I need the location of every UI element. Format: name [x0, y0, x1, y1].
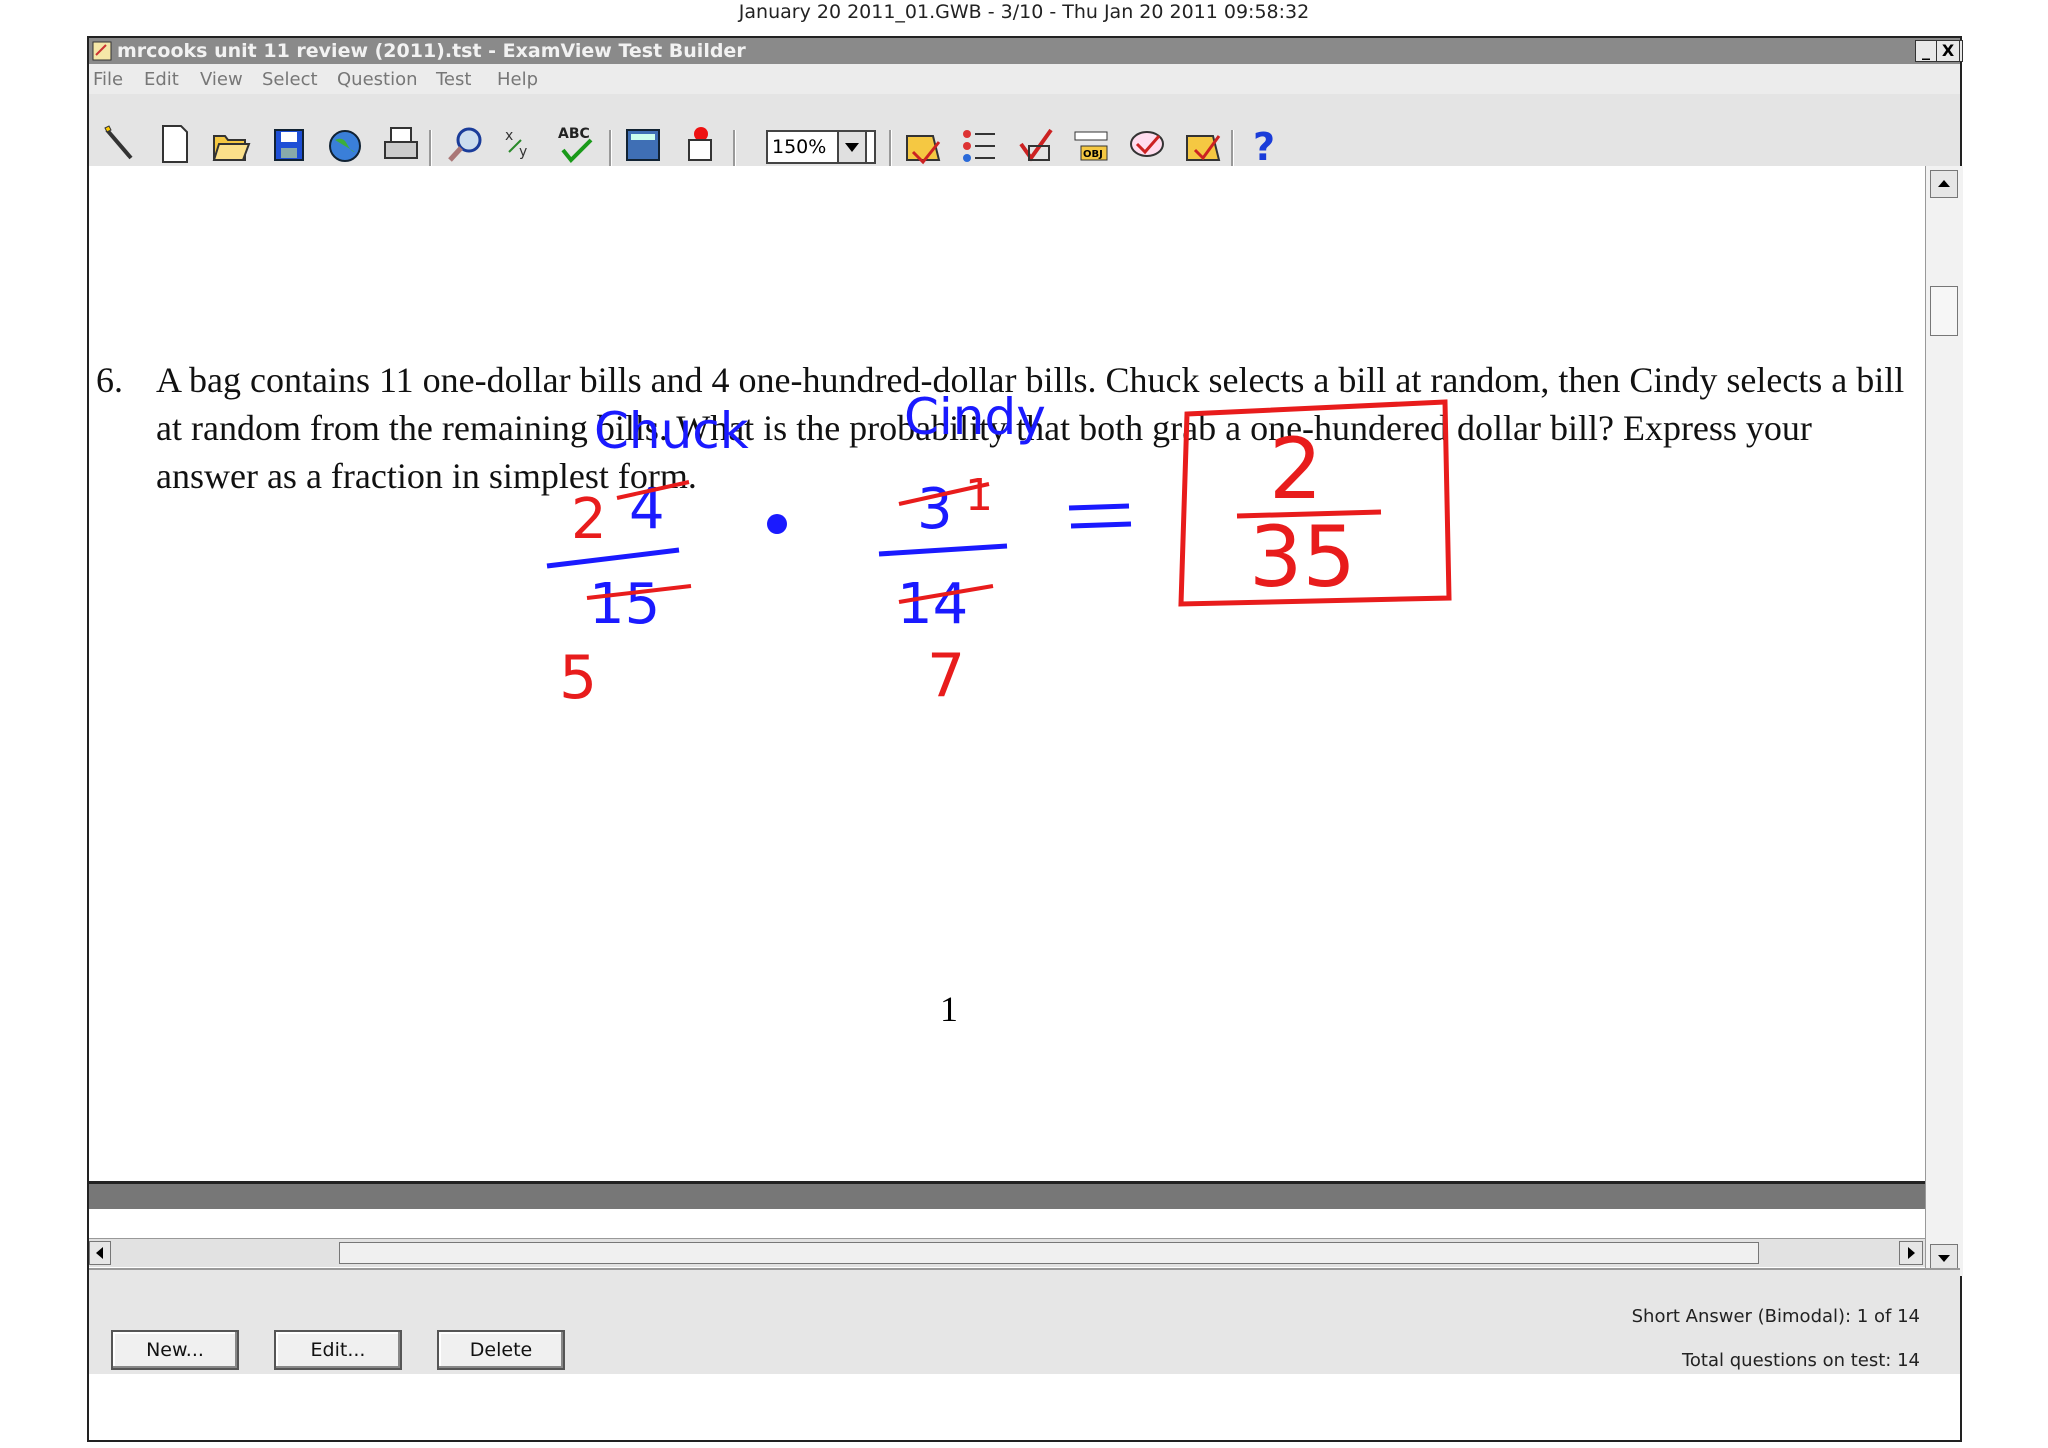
svg-text:OBJ: OBJ	[1083, 149, 1103, 160]
menu-test[interactable]: Test	[436, 69, 471, 90]
svg-text:y: y	[519, 144, 527, 160]
find-icon[interactable]	[445, 122, 485, 166]
page-number: 1	[940, 989, 958, 1029]
app-icon	[92, 41, 112, 61]
edit-button[interactable]: Edit...	[274, 1330, 402, 1370]
objective-icon[interactable]: OBJ	[1071, 122, 1111, 166]
page-header: January 20 2011_01.GWB - 3/10 - Thu Jan …	[738, 1, 1310, 23]
total-questions-status: Total questions on test: 14	[1681, 1350, 1920, 1371]
footer-panel: New... Edit... Delete Short Answer (Bimo…	[89, 1268, 1960, 1374]
cindy-label: Cindy	[904, 388, 1046, 446]
variables-icon[interactable]: xy	[501, 122, 541, 166]
handwriting-overlay: Chuck Cindy 4 2 15 5 3 1 14 7 2 35	[546, 388, 1452, 713]
menu-view[interactable]: View	[200, 69, 243, 90]
arrow-left-icon	[96, 1247, 103, 1259]
close-button[interactable]: X	[1936, 40, 1960, 62]
answer-denominator: 35	[1249, 508, 1356, 606]
chuck-denominator: 15	[589, 572, 660, 637]
new-document-icon[interactable]	[155, 122, 195, 166]
vertical-scroll-thumb[interactable]	[1930, 286, 1958, 336]
answer-check-icon[interactable]	[1127, 122, 1167, 166]
spell-check-icon[interactable]: ABC	[557, 122, 597, 166]
splitter-bar[interactable]	[89, 1181, 1925, 1209]
cindy-denominator: 14	[897, 572, 968, 637]
svg-text:ABC: ABC	[558, 126, 590, 142]
svg-text:?: ?	[1253, 125, 1275, 166]
chuck-fraction-bar	[546, 547, 680, 569]
numbered-list-icon[interactable]	[959, 122, 999, 166]
vertical-scrollbar[interactable]	[1925, 166, 1963, 1276]
globe-icon[interactable]	[325, 122, 365, 166]
new-button[interactable]: New...	[111, 1330, 239, 1370]
print-icon[interactable]	[381, 122, 421, 166]
arrow-up-icon	[1938, 180, 1950, 187]
cindy-fraction-bar	[878, 543, 1008, 557]
horizontal-scroll-thumb[interactable]	[339, 1242, 1759, 1264]
question-document[interactable]: 6. A bag contains 11 one-dollar bills an…	[89, 166, 1925, 1181]
scroll-up-button[interactable]	[1930, 170, 1958, 198]
cindy-numerator-reduced: 1	[965, 470, 993, 521]
open-folder-icon[interactable]	[211, 122, 251, 166]
help-icon[interactable]: ?	[1245, 122, 1285, 166]
cindy-denominator-reduced: 7	[927, 641, 965, 711]
scroll-left-button[interactable]	[89, 1241, 111, 1265]
app-window: mrcooks unit 11 review (2011).tst - Exam…	[87, 36, 1963, 1442]
minimize-button[interactable]: _	[1915, 40, 1937, 62]
check-icon[interactable]	[1015, 122, 1055, 166]
title-bar[interactable]: mrcooks unit 11 review (2011).tst - Exam…	[89, 38, 1963, 64]
chuck-numerator-reduced: 2	[571, 487, 607, 552]
delete-button[interactable]: Delete	[437, 1330, 565, 1370]
question-type-status: Short Answer (Bimodal): 1 of 14	[1631, 1306, 1920, 1327]
wand-icon[interactable]	[99, 122, 139, 166]
menu-select[interactable]: Select	[262, 69, 318, 90]
cindy-numerator: 3	[917, 477, 953, 542]
chevron-down-icon	[845, 143, 859, 152]
scroll-right-button[interactable]	[1899, 1241, 1923, 1265]
multiply-dot	[767, 514, 787, 534]
test-check-icon[interactable]	[1183, 122, 1223, 166]
menu-file[interactable]: File	[93, 69, 123, 90]
svg-text:x: x	[505, 128, 513, 144]
window-title: mrcooks unit 11 review (2011).tst - Exam…	[117, 40, 746, 62]
chuck-label: Chuck	[594, 402, 749, 460]
zoom-dropdown-button[interactable]	[837, 130, 867, 164]
horizontal-scrollbar[interactable]	[89, 1238, 1925, 1267]
menu-bar: File Edit View Select Question Test Help	[89, 64, 1960, 94]
chuck-denominator-reduced: 5	[559, 643, 597, 713]
save-icon[interactable]	[269, 122, 309, 166]
menu-help[interactable]: Help	[497, 69, 538, 90]
answer-numerator: 2	[1269, 420, 1322, 518]
menu-edit[interactable]: Edit	[144, 69, 179, 90]
pushpin-icon[interactable]	[679, 122, 719, 166]
equals-sign	[1068, 503, 1132, 529]
calculator-icon[interactable]	[623, 122, 663, 166]
arrow-right-icon	[1908, 1247, 1915, 1259]
menu-question[interactable]: Question	[337, 69, 418, 90]
question-edit-icon[interactable]	[903, 122, 943, 166]
